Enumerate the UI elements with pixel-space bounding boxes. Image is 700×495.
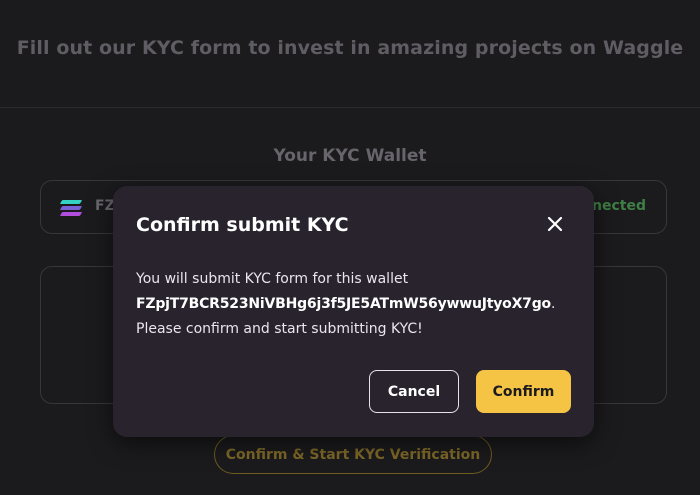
address-suffix: . bbox=[550, 296, 556, 312]
modal-body: You will submit KYC form for this wallet… bbox=[136, 267, 581, 342]
page-header: Fill out our KYC form to invest in amazi… bbox=[0, 0, 700, 108]
solana-logo-icon bbox=[59, 200, 83, 216]
modal-wallet-address-line: FZpjT7BCR523NiVBHg6j3f5JE5ATmW56ywwuJtyo… bbox=[136, 292, 581, 317]
wallet-connected-status: nected bbox=[592, 198, 646, 214]
page-header-text: Fill out our KYC form to invest in amazi… bbox=[16, 36, 684, 59]
cancel-button[interactable]: Cancel bbox=[369, 370, 459, 413]
kyc-wallet-title: Your KYC Wallet bbox=[273, 146, 427, 166]
confirm-button[interactable]: Confirm bbox=[476, 370, 571, 413]
modal-body-line1: You will submit KYC form for this wallet bbox=[136, 271, 409, 287]
close-icon[interactable] bbox=[545, 214, 565, 234]
confirm-start-kyc-button[interactable]: Confirm & Start KYC Verification bbox=[214, 435, 492, 474]
modal-title: Confirm submit KYC bbox=[136, 214, 349, 236]
modal-wallet-address: FZpjT7BCR523NiVBHg6j3f5JE5ATmW56ywwuJtyo… bbox=[136, 296, 551, 312]
wallet-address-short: FZ bbox=[95, 198, 115, 214]
modal-body-line3: Please confirm and start submitting KYC! bbox=[136, 321, 423, 337]
confirm-kyc-modal: Confirm submit KYC You will submit KYC f… bbox=[113, 186, 594, 437]
